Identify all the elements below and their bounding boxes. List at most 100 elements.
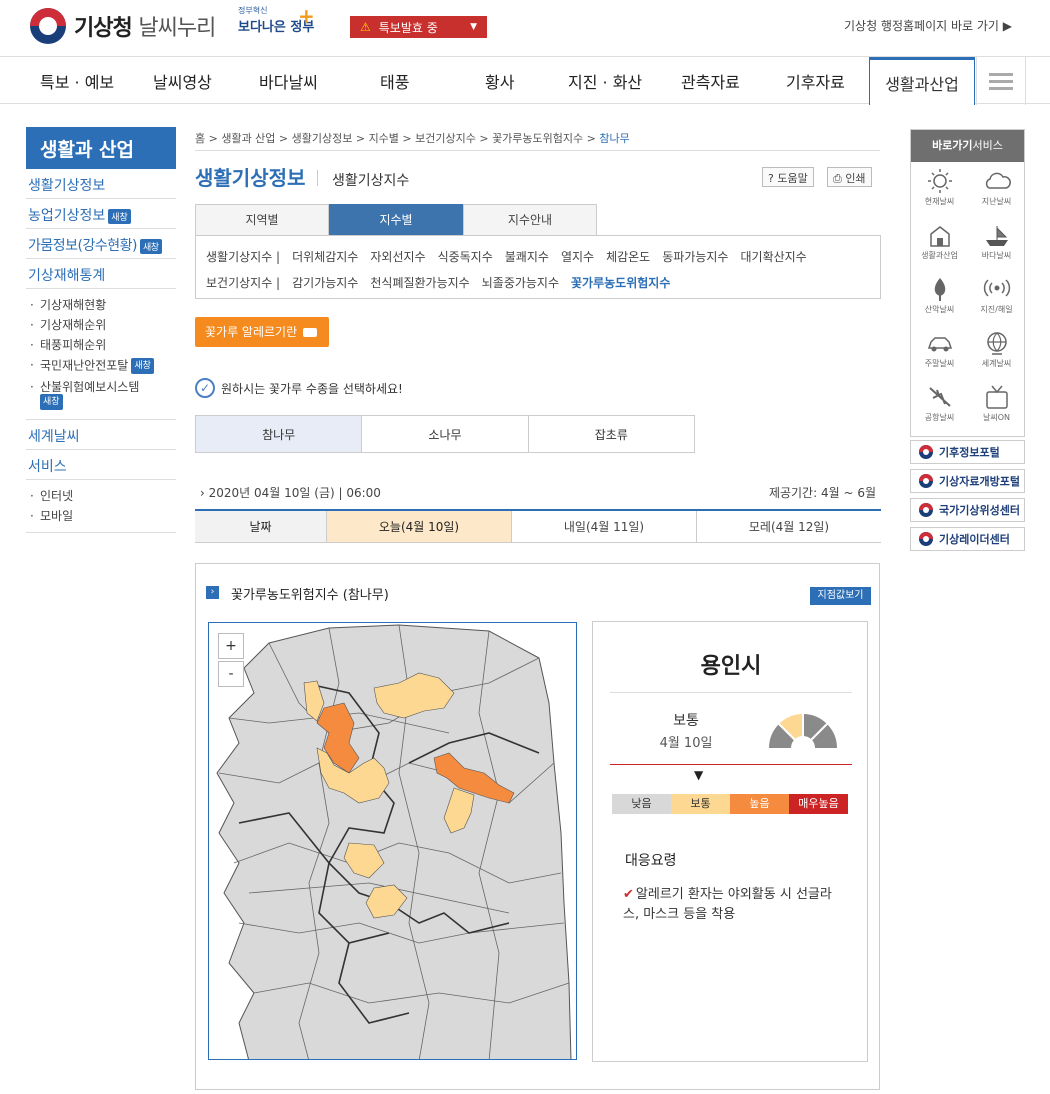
- pollen-map[interactable]: + -: [208, 622, 577, 1060]
- day-tabs: 날짜 오늘(4월 10일) 내일(4월 11일) 모레(4월 12일): [195, 509, 881, 543]
- pollen-allergy-button[interactable]: 꽃가루 알레르기란: [195, 317, 329, 347]
- index-link[interactable]: 천식폐질환가능지수: [370, 276, 469, 290]
- species-oak[interactable]: 참나무: [196, 416, 363, 452]
- tree-icon: [934, 278, 945, 301]
- scale-very-high: 매우높음: [789, 794, 848, 814]
- service-period: 제공기간: 4월 ~ 6월: [768, 486, 876, 500]
- quick-world-weather[interactable]: 세계날씨: [968, 326, 1025, 380]
- portal-open-data[interactable]: 기상자료개방포털: [910, 469, 1025, 493]
- side-nav-title: 생활과 산업: [26, 127, 176, 169]
- quick-current-weather[interactable]: 현재날씨: [911, 164, 968, 218]
- gov-innovation-badge[interactable]: 정부혁신 보다나은 정부 +: [238, 4, 318, 46]
- index-link[interactable]: 대기확산지수: [740, 250, 806, 264]
- day-header: 날짜: [195, 511, 327, 542]
- day-tab-tomorrow[interactable]: 내일(4월 11일): [512, 511, 697, 542]
- index-link-active[interactable]: 꽃가루농도위험지수: [571, 276, 670, 290]
- kma-logo[interactable]: 기상청 날씨누리: [30, 8, 216, 44]
- sidebar-item-disaster-stats[interactable]: 기상재해통계: [26, 259, 176, 289]
- scale-high: 높음: [730, 794, 789, 814]
- check-mark-icon: ✔: [623, 887, 634, 902]
- side-navigation: 생활과 산업 생활기상정보 농업기상정보 새창 가뭄정보(강수현황) 새창 기상재해…: [26, 127, 176, 533]
- divider: [195, 150, 880, 151]
- question-icon: ?: [768, 172, 774, 185]
- index-link[interactable]: 자외선지수: [370, 250, 425, 264]
- breadcrumb-path[interactable]: 홈 > 생활과 산업 > 생활기상정보 > 지수별 > 보건기상지수 > 꽃가루…: [195, 132, 599, 145]
- sidebar-item-life-weather[interactable]: 생활기상정보: [26, 169, 176, 199]
- sidebar-sub-wildfire[interactable]: 산불위험예보시스템새창: [26, 377, 176, 413]
- gnb-item-typhoon[interactable]: 태풍: [380, 69, 409, 93]
- zoom-in-button[interactable]: +: [218, 633, 244, 659]
- sidebar-item-agri-weather[interactable]: 농업기상정보 새창: [26, 199, 176, 229]
- ship-icon: [985, 226, 1008, 246]
- index-selector: 생활기상지수 | 더위체감지수 자외선지수 식중독지수 불쾌지수 열지수 체감온도 동파가능지…: [195, 235, 881, 299]
- quick-past-weather[interactable]: 지난날씨: [968, 164, 1025, 218]
- new-window-badge: 새창: [139, 238, 162, 254]
- risk-level: 보통: [673, 713, 699, 729]
- index-link[interactable]: 식중독지수: [438, 250, 493, 264]
- airplane-icon: [928, 387, 951, 407]
- sidebar-sub-internet[interactable]: 인터넷: [26, 486, 176, 506]
- quick-life-industry[interactable]: 생활과산업: [911, 218, 968, 272]
- gnb-item-observation[interactable]: 관측자료: [681, 69, 740, 93]
- scale-low: 낮음: [612, 794, 671, 814]
- index-link[interactable]: 뇌졸중가능지수: [482, 276, 559, 290]
- sidebar-item-world-weather[interactable]: 세계날씨: [26, 420, 176, 450]
- sidebar-item-service[interactable]: 서비스: [26, 450, 176, 480]
- species-prompt-text: 원하시는 꽃가루 수종을 선택하세요!: [221, 381, 403, 396]
- point-values-button[interactable]: 지점값보기: [810, 587, 871, 605]
- gnb-item-yellow-dust[interactable]: 황사: [485, 69, 514, 93]
- portal-radar[interactable]: 기상레이더센터: [910, 527, 1025, 551]
- species-tabs: 참나무 소나무 잡초류: [195, 415, 695, 453]
- quick-weekend-weather[interactable]: 주말날씨: [911, 326, 968, 380]
- car-icon: [927, 337, 952, 352]
- species-pine[interactable]: 소나무: [362, 416, 529, 452]
- response-guide-text: ✔ 알레르기 환자는 야외활동 시 선글라스, 마스크 등을 착용: [623, 887, 832, 922]
- index-link[interactable]: 동파가능지수: [662, 250, 728, 264]
- alert-label: 특보발효 중: [378, 20, 438, 35]
- menu-icon[interactable]: [976, 57, 1026, 105]
- portal-satellite[interactable]: 국가기상위성센터: [910, 498, 1025, 522]
- sidebar-sub-disaster-rank[interactable]: 기상재해순위: [26, 315, 176, 335]
- quick-mountain-weather[interactable]: 산악날씨: [911, 272, 968, 326]
- quick-marine-weather[interactable]: 바다날씨: [968, 218, 1025, 272]
- print-button[interactable]: ⎙ 인쇄: [827, 167, 872, 187]
- sidebar-sub-disaster-status[interactable]: 기상재해현황: [26, 295, 176, 315]
- tab-by-region[interactable]: 지역별: [195, 204, 329, 235]
- risk-date: 4월 10일: [659, 736, 713, 751]
- location-info-card: 용인시 보통 4월 10일 ▼ 낮음 보통 높음 매우높음 대응요령 ✔ 알레르기…: [592, 621, 868, 1062]
- gnb-item-climate[interactable]: 기후자료: [786, 69, 845, 93]
- sidebar-item-drought[interactable]: 가뭄정보(강수현황) 새창: [26, 229, 176, 259]
- warning-icon: ⚠: [360, 20, 371, 34]
- signal-icon: [983, 279, 1010, 297]
- index-link[interactable]: 불쾌지수: [505, 250, 549, 264]
- day-tab-dayafter[interactable]: 모레(4월 12일): [697, 511, 881, 542]
- sidebar-sub-mobile[interactable]: 모바일: [26, 506, 176, 526]
- index-link[interactable]: 체감온도: [606, 250, 650, 264]
- help-button[interactable]: ? 도움말: [762, 167, 814, 187]
- index-link[interactable]: 감기가능지수: [292, 276, 358, 290]
- gnb-item-marine[interactable]: 바다날씨: [259, 69, 318, 93]
- breadcrumb: 홈 > 생활과 산업 > 생활기상정보 > 지수별 > 보건기상지수 > 꽃가루…: [195, 130, 630, 146]
- admin-homepage-link[interactable]: 기상청 행정홈페이지 바로 가기 ▶: [844, 17, 1012, 34]
- quick-weather-on[interactable]: 날씨ON: [968, 380, 1025, 434]
- day-tab-today[interactable]: 오늘(4월 10일): [327, 511, 512, 542]
- quick-airport-weather[interactable]: 공항날씨: [911, 380, 968, 434]
- sidebar-sub-typhoon-rank[interactable]: 태풍피해순위: [26, 335, 176, 355]
- globe-icon: [986, 332, 1007, 355]
- quick-earthquake[interactable]: 지진/해일: [968, 272, 1025, 326]
- index-link[interactable]: 더위체감지수: [292, 250, 358, 264]
- sidebar-sub-safety-portal[interactable]: 국민재난안전포탈새창: [26, 355, 176, 377]
- panel-title: 꽃가루농도위험지수 (참나무): [231, 588, 389, 603]
- zoom-out-button[interactable]: -: [218, 661, 244, 687]
- cloud-icon: [985, 172, 1011, 189]
- gnb-item-life-industry[interactable]: 생활과산업: [869, 57, 975, 105]
- gnb-item-earthquake[interactable]: 지진 · 화산: [568, 69, 642, 93]
- portal-climate-info[interactable]: 기후정보포털: [910, 440, 1025, 464]
- tab-index-guide[interactable]: 지수안내: [463, 204, 597, 235]
- gnb-item-forecast[interactable]: 특보 · 예보: [40, 69, 114, 93]
- gnb-item-video[interactable]: 날씨영상: [153, 69, 212, 93]
- index-link[interactable]: 열지수: [561, 250, 594, 264]
- tab-by-index[interactable]: 지수별: [329, 204, 463, 235]
- weather-alert-button[interactable]: ⚠ 특보발효 중 ▼: [350, 16, 487, 38]
- species-weeds[interactable]: 잡초류: [529, 416, 694, 452]
